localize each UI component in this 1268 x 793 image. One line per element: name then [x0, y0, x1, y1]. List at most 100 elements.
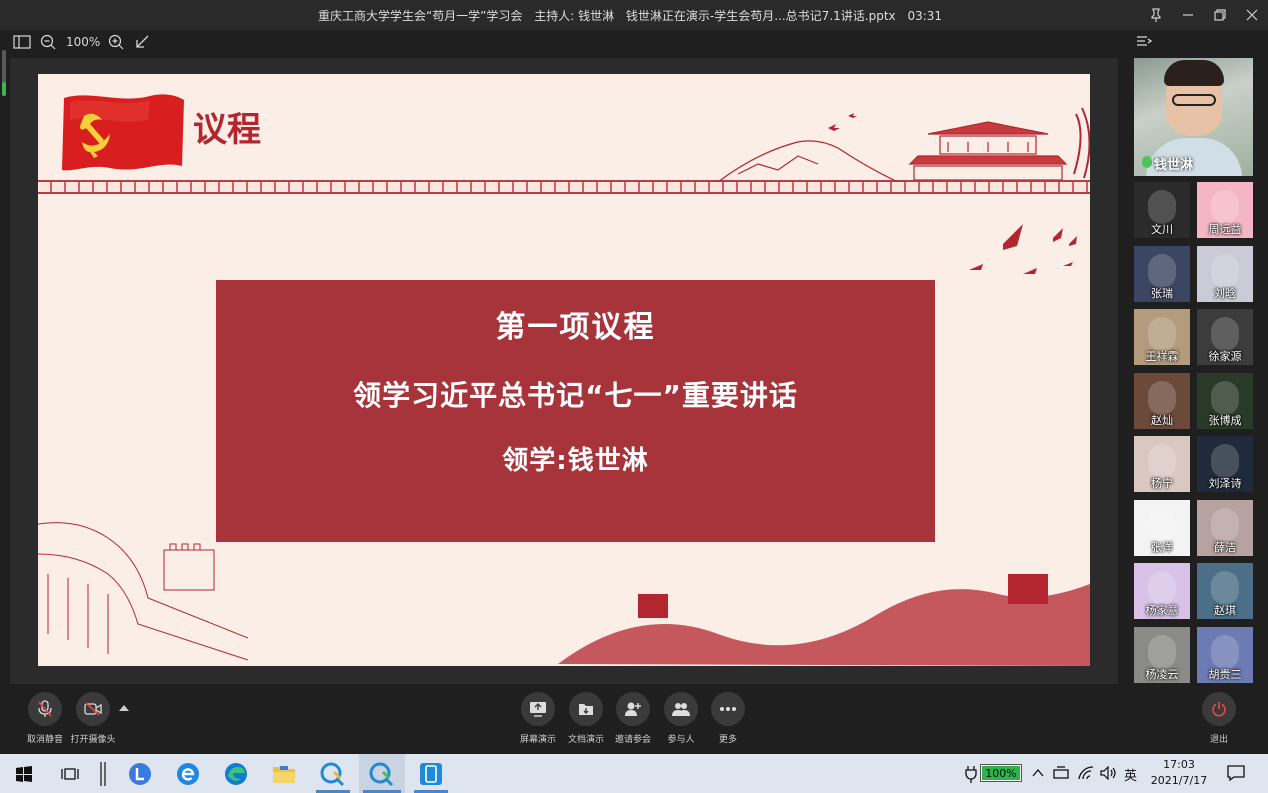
close-button[interactable] [1236, 0, 1268, 30]
invite-label: 邀请参会 [614, 735, 651, 745]
system-clock[interactable]: 17:03 2021/7/17 [1146, 757, 1212, 789]
more-button[interactable]: 更多 [698, 692, 758, 745]
restore-icon [1214, 9, 1226, 21]
participant-tile[interactable]: 胡贵三 [1197, 626, 1253, 683]
participant-tile[interactable]: 王祥霖 [1134, 309, 1190, 365]
taskbar-app-ie[interactable] [168, 754, 208, 793]
restore-button[interactable] [1204, 0, 1236, 30]
exit-button[interactable]: 退出 [1189, 692, 1249, 745]
wifi-icon[interactable] [1078, 766, 1094, 780]
participant-avatar [1148, 253, 1176, 288]
participant-name: 薛洁 [1214, 540, 1236, 554]
chevron-up-icon[interactable] [1032, 768, 1044, 778]
more-label: 更多 [718, 735, 737, 745]
window-controls [1140, 0, 1268, 30]
participant-tile[interactable]: 刘泽诗 [1197, 436, 1253, 492]
zoom-out-button[interactable] [38, 32, 58, 52]
participant-tile[interactable]: 赵灿 [1134, 372, 1190, 429]
participant-avatar [1148, 380, 1176, 415]
participant-name: 文川 [1151, 223, 1173, 236]
users-icon [672, 703, 690, 716]
scroll-indicator-accent [2, 82, 6, 96]
ie-browser-icon [177, 762, 199, 785]
notification-icon[interactable] [1227, 765, 1245, 781]
taskbar-app-explorer[interactable] [264, 754, 304, 793]
pin-icon [1151, 8, 1161, 22]
participant-tile[interactable]: 张洋 [1134, 499, 1190, 556]
battery-indicator[interactable]: 100% [980, 764, 1022, 782]
participant-tile[interactable]: 周远益 [1197, 182, 1253, 238]
meeting-window: 重庆工商大学学生会“苟月一学”学习会 主持人: 钱世淋 钱世淋正在演示-学生会苟… [0, 0, 1268, 793]
mic-muted-icon [38, 700, 52, 717]
host-glasses [1172, 94, 1216, 106]
zoom-level: 100% [66, 35, 101, 49]
participant-avatar [1211, 380, 1239, 415]
taskbar-app-edge[interactable] [216, 754, 256, 793]
start-button[interactable] [6, 754, 42, 793]
doc-share-label: 文档演示 [567, 735, 604, 745]
divider-lines-icon [100, 761, 106, 786]
share-timer: 03:31 [907, 8, 943, 23]
host-video-tile[interactable]: 钱世淋 [1134, 58, 1253, 176]
participant-name: 张瑞 [1151, 286, 1173, 300]
agenda-topic: 领学习近平总书记“七一”重要讲话 [353, 379, 798, 412]
participant-avatar [1148, 571, 1176, 605]
participant-tile[interactable]: 徐家源 [1197, 309, 1253, 365]
sidebar-toggle-button[interactable] [12, 32, 32, 52]
participant-name: 王祥霖 [1145, 350, 1179, 363]
participant-tile[interactable]: 文川 [1134, 182, 1190, 238]
sidebar-icon [13, 35, 31, 49]
participant-name: 杨家意 [1145, 604, 1179, 617]
participant-tile[interactable]: 杨凌云 [1134, 626, 1190, 683]
zoom-in-button[interactable] [106, 32, 126, 52]
task-view-button[interactable] [52, 754, 88, 793]
agenda-heading: 第一项议程 [495, 310, 656, 345]
list-collapse-icon[interactable] [1136, 34, 1152, 50]
camera-button[interactable]: 打开摄像头 [63, 692, 123, 745]
agenda-leader: 领学:钱世淋 [502, 446, 649, 476]
minimize-button[interactable] [1172, 0, 1204, 30]
participant-tile[interactable]: 杨宁 [1134, 436, 1190, 492]
participant-name: 刘晗 [1214, 286, 1236, 300]
clock-time: 17:03 [1163, 758, 1195, 771]
invite-circle [616, 692, 650, 726]
taskbar-app-meeting-1[interactable] [312, 754, 354, 793]
party-flag-image [62, 94, 184, 171]
participant-name: 徐家源 [1208, 350, 1242, 363]
participant-tile[interactable]: 刘晗 [1197, 245, 1253, 302]
participant-avatar [1211, 507, 1239, 542]
presentation-slide: 议程 第一项议程 领学习近平总书记“七一”重要讲话 领学:钱世淋 [38, 74, 1090, 666]
participant-avatar [1148, 507, 1176, 542]
close-icon [1246, 9, 1258, 21]
caret-up-icon[interactable] [119, 705, 129, 711]
participant-tile[interactable]: 张博成 [1197, 372, 1253, 429]
camera-circle [76, 692, 110, 726]
attendees-label: 参与人 [667, 735, 695, 745]
taskbar-app-tablet[interactable] [410, 754, 452, 793]
exit-circle [1202, 692, 1236, 726]
participant-name: 周远益 [1208, 223, 1242, 236]
participant-tile[interactable]: 杨家意 [1134, 563, 1190, 619]
screen-share-circle [521, 692, 555, 726]
participant-name: 杨宁 [1151, 477, 1173, 490]
add-user-icon [625, 702, 641, 716]
taskbar-app-meeting-2[interactable] [359, 754, 405, 793]
participant-avatar [1148, 317, 1176, 351]
taskbar-app-l[interactable] [120, 754, 160, 793]
volume-icon[interactable] [1100, 766, 1116, 780]
participant-name: 刘泽诗 [1208, 477, 1242, 490]
attendees-circle [664, 692, 698, 726]
exit-fullscreen-button[interactable] [132, 32, 152, 52]
network-device-icon[interactable] [1053, 766, 1069, 780]
participant-name: 杨凌云 [1145, 667, 1179, 681]
power-icon [1212, 702, 1226, 717]
participant-tile[interactable]: 赵琪 [1197, 563, 1253, 619]
participant-avatar [1211, 317, 1239, 351]
title-text: 重庆工商大学学生会“苟月一学”学习会 主持人: 钱世淋 钱世淋正在演示-学生会苟… [318, 7, 950, 24]
participant-tile[interactable]: 张瑞 [1134, 245, 1190, 302]
windows-taskbar: 100% 英 17:03 2021/7/17 [0, 754, 1268, 793]
input-method-indicator[interactable]: 英 [1124, 765, 1137, 784]
participant-tile[interactable]: 薛洁 [1197, 499, 1253, 556]
more-circle [711, 692, 745, 726]
pin-button[interactable] [1140, 0, 1172, 30]
